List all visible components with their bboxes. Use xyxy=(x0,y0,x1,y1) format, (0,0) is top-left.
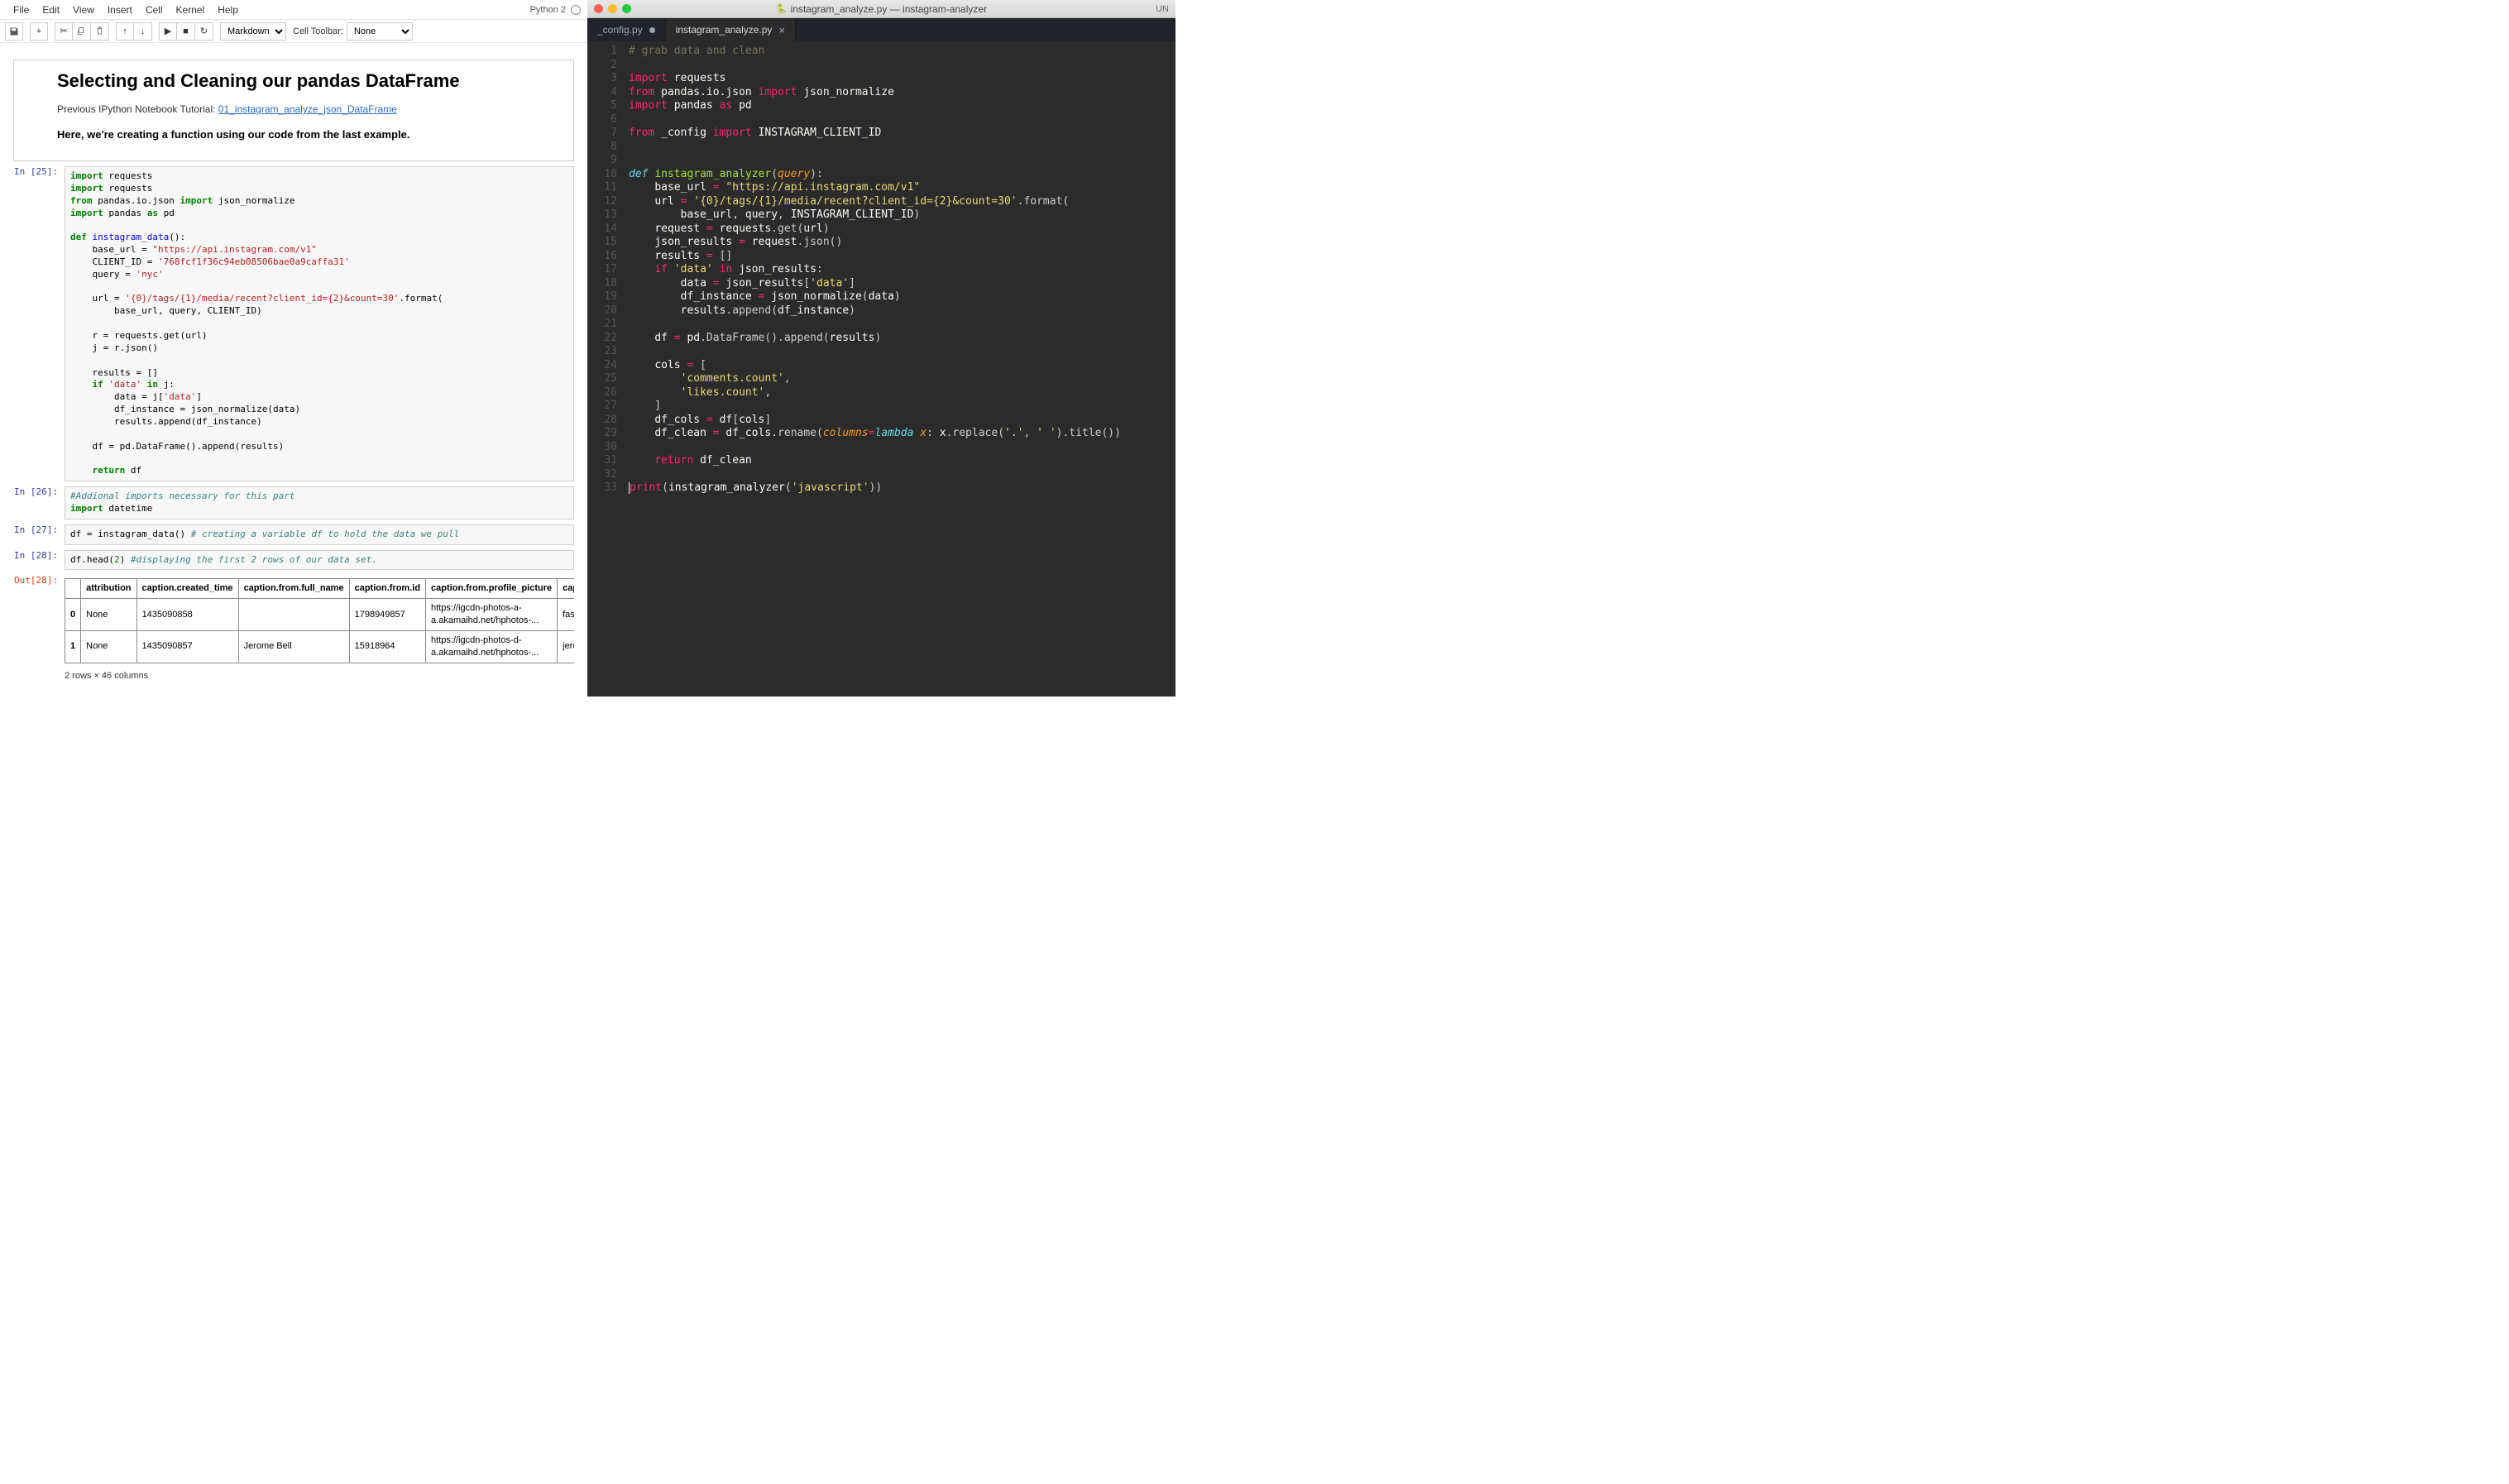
menu-edit[interactable]: Edit xyxy=(36,2,66,18)
tab-config-py[interactable]: _config.py xyxy=(587,18,666,41)
table-cell: fashiontrendsavvy xyxy=(558,599,574,631)
editor-tabbar: _config.py instagram_analyze.py × xyxy=(587,18,1175,41)
code-area[interactable]: # grab data and clean import requests fr… xyxy=(624,41,1175,697)
table-header: caption.created_time xyxy=(136,579,238,599)
window-titlebar: 🐍 instagram_analyze.py — instagram-analy… xyxy=(587,0,1175,18)
code-body-25[interactable]: import requests import requests from pan… xyxy=(65,166,574,481)
menu-insert[interactable]: Insert xyxy=(101,2,139,18)
code-body-26[interactable]: #Addional imports necessary for this par… xyxy=(65,486,574,519)
close-tab-icon[interactable]: × xyxy=(778,24,785,36)
save-button[interactable] xyxy=(5,22,23,41)
cut-button[interactable]: ✂ xyxy=(55,22,73,41)
page-title: Selecting and Cleaning our pandas DataFr… xyxy=(57,70,558,92)
table-cell: 1435090857 xyxy=(136,631,238,663)
dataframe-footer: 2 rows × 46 columns xyxy=(65,670,574,682)
maximize-window-icon[interactable] xyxy=(622,4,631,13)
jupyter-notebook-pane: File Edit View Insert Cell Kernel Help P… xyxy=(0,0,587,697)
notebook-subheading: Here, we're creating a function using ou… xyxy=(57,128,558,141)
prompt-in-26: In [26]: xyxy=(13,486,65,519)
prompt-in-27: In [27]: xyxy=(13,524,65,545)
notebook-scroll[interactable]: Selecting and Cleaning our pandas DataFr… xyxy=(0,43,587,697)
table-cell: 1798949857 xyxy=(349,599,425,631)
markdown-cell-title[interactable]: Selecting and Cleaning our pandas DataFr… xyxy=(13,60,574,161)
run-button[interactable]: ▶ xyxy=(159,22,177,41)
dataframe-table: attributioncaption.created_timecaption.f… xyxy=(65,578,574,663)
minimize-window-icon[interactable] xyxy=(608,4,617,13)
menu-kernel[interactable]: Kernel xyxy=(170,2,212,18)
cell-toolbar-select[interactable]: None xyxy=(347,22,413,41)
window-title: instagram_analyze.py — instagram-analyze… xyxy=(791,3,987,15)
table-header: caption.from.id xyxy=(349,579,425,599)
table-row: 1None1435090857Jerome Bell15918964https:… xyxy=(65,631,575,663)
table-header: caption.from.username xyxy=(558,579,574,599)
prev-tutorial-link[interactable]: 01_instagram_analyze_json_DataFrame xyxy=(218,103,397,115)
editor-body[interactable]: 1234567891011121314151617181920212223242… xyxy=(587,41,1175,697)
table-cell xyxy=(238,599,349,631)
table-cell: Jerome Bell xyxy=(238,631,349,663)
move-up-button[interactable]: ↑ xyxy=(116,22,134,41)
code-cell-25[interactable]: In [25]: import requests import requests… xyxy=(13,166,574,481)
prompt-in-28: In [28]: xyxy=(13,550,65,571)
copy-button[interactable] xyxy=(73,22,91,41)
cell-type-select[interactable]: Markdown xyxy=(220,22,286,41)
code-body-27[interactable]: df = instagram_data() # creating a varia… xyxy=(65,524,574,545)
close-window-icon[interactable] xyxy=(594,4,603,13)
table-cell: https://igcdn-photos-a-a.akamaihd.net/hp… xyxy=(426,599,558,631)
toolbar: + ✂ ↑ ↓ ▶ ■ ↻ Markdown Cell Toolbar: Non… xyxy=(0,20,587,43)
code-cell-27[interactable]: In [27]: df = instagram_data() # creatin… xyxy=(13,524,574,545)
code-cell-26[interactable]: In [26]: #Addional imports necessary for… xyxy=(13,486,574,519)
table-cell: https://igcdn-photos-d-a.akamaihd.net/hp… xyxy=(426,631,558,663)
table-cell: None xyxy=(81,631,136,663)
table-header xyxy=(65,579,81,599)
prompt-out-28: Out[28]: xyxy=(13,575,65,697)
code-body-28[interactable]: df.head(2) #displaying the first 2 rows … xyxy=(65,550,574,571)
menu-view[interactable]: View xyxy=(66,2,101,18)
table-header: caption.from.full_name xyxy=(238,579,349,599)
menu-file[interactable]: File xyxy=(7,2,36,18)
tab-label: instagram_analyze.py xyxy=(676,24,773,36)
table-cell: 0 xyxy=(65,599,81,631)
cell-toolbar-label: Cell Toolbar: xyxy=(293,26,343,36)
line-gutter: 1234567891011121314151617181920212223242… xyxy=(587,41,624,697)
menubar: File Edit View Insert Cell Kernel Help P… xyxy=(0,0,587,20)
move-down-button[interactable]: ↓ xyxy=(134,22,152,41)
tab-label: _config.py xyxy=(597,24,643,36)
table-cell: 1 xyxy=(65,631,81,663)
add-cell-button[interactable]: + xyxy=(30,22,48,41)
kernel-indicator-icon xyxy=(571,5,581,15)
table-cell: 15918964 xyxy=(349,631,425,663)
table-header: caption.from.profile_picture xyxy=(426,579,558,599)
tab-instagram-analyze-py[interactable]: instagram_analyze.py × xyxy=(666,18,796,41)
output-cell-28: Out[28]: attributioncaption.created_time… xyxy=(13,575,574,697)
window-title-right: UN xyxy=(1156,4,1169,14)
python-file-icon: 🐍 xyxy=(776,3,788,14)
code-editor-pane: 🐍 instagram_analyze.py — instagram-analy… xyxy=(587,0,1175,697)
table-cell: None xyxy=(81,599,136,631)
table-cell: 1435090858 xyxy=(136,599,238,631)
interrupt-button[interactable]: ■ xyxy=(177,22,195,41)
prev-tutorial-text: Previous IPython Notebook Tutorial: 01_i… xyxy=(57,103,558,115)
table-row: 0None1435090858 1798949857https://igcdn-p… xyxy=(65,599,575,631)
output-body-28: attributioncaption.created_timecaption.f… xyxy=(65,575,574,697)
prompt-in-25: In [25]: xyxy=(13,166,65,481)
restart-button[interactable]: ↻ xyxy=(195,22,213,41)
unsaved-dot-icon xyxy=(649,27,655,33)
kernel-name: Python 2 xyxy=(530,5,566,15)
paragraph-1: Selecting the columns we want to work wi… xyxy=(65,694,574,697)
code-cell-28[interactable]: In [28]: df.head(2) #displaying the firs… xyxy=(13,550,574,571)
menu-help[interactable]: Help xyxy=(211,2,245,18)
table-cell: jeromebellsings xyxy=(558,631,574,663)
paste-button[interactable] xyxy=(91,22,109,41)
table-header: attribution xyxy=(81,579,136,599)
menu-cell[interactable]: Cell xyxy=(139,2,170,18)
